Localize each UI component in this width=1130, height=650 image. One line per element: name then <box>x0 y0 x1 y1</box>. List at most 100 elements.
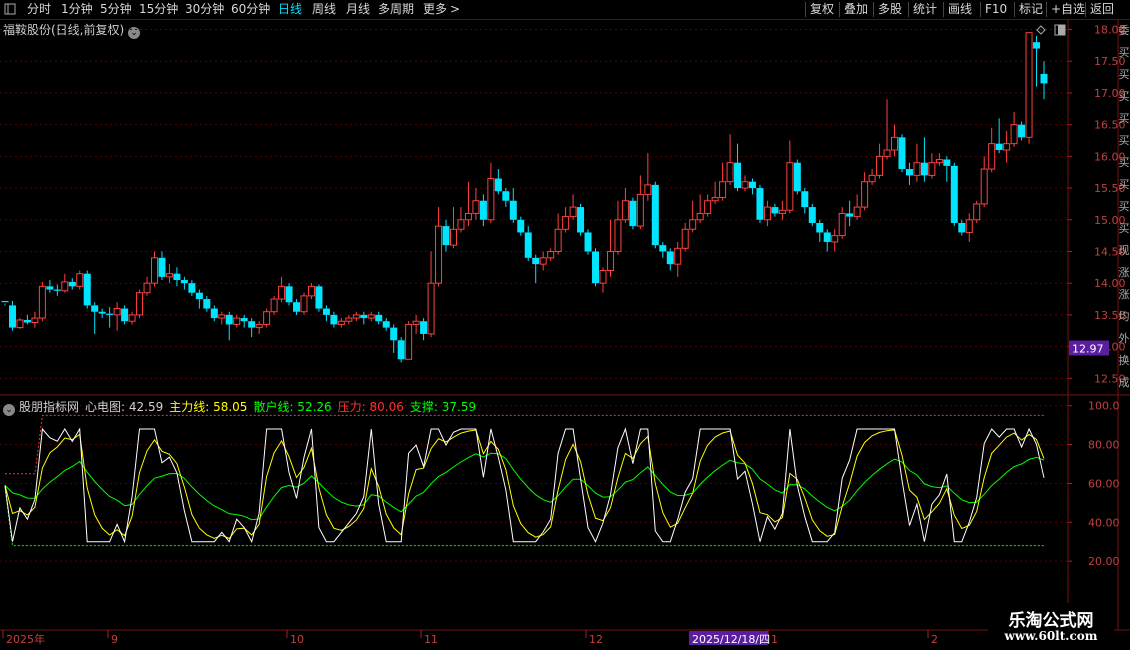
tool-button-5[interactable]: F10 <box>985 0 1007 19</box>
candle-body-up <box>128 314 136 322</box>
candle-body-up <box>689 219 697 230</box>
candle-body-down <box>322 308 330 315</box>
candle-body-down <box>517 219 525 233</box>
date-cursor-badge <box>689 631 768 645</box>
period-toolbar: 分时 1分钟 5分钟 15分钟 30分钟 60分钟 日线 周线 月线 多周期 更多 > 复权 叠加 多股 统计… <box>0 0 1130 20</box>
indicator-value-0: 心电图: 42.59 <box>85 400 164 414</box>
chevron-right-icon[interactable]: > <box>450 0 460 19</box>
candle-body-down <box>1018 124 1026 138</box>
candle-body-up <box>270 298 278 313</box>
date-label-5: 1 <box>771 633 778 646</box>
tool-button-1[interactable]: 叠加 <box>844 0 868 19</box>
retail-line <box>4 452 1045 521</box>
candle-body-down <box>748 181 756 189</box>
stock-title[interactable]: 福鞍股份(日线,前复权) ⌄ <box>3 21 141 39</box>
candle-body-up <box>31 317 39 324</box>
candle-body-up <box>427 282 435 335</box>
period-tab-5[interactable]: 60分钟 <box>231 0 270 19</box>
candle-body-down <box>240 318 248 322</box>
candle-body-up <box>278 285 286 300</box>
indicator-chevron-icon[interactable]: ⌄ <box>3 404 15 416</box>
candle-body-down <box>659 245 667 252</box>
candle-body-up <box>345 317 353 322</box>
side-label-14: 外 <box>1118 332 1130 345</box>
watermark: 乐淘公式网 www.60lt.com <box>988 603 1114 647</box>
side-label-16: 成 <box>1118 376 1130 389</box>
tool-button-4[interactable]: 画线 <box>948 0 972 19</box>
candle-body-down <box>577 207 585 233</box>
candle-body-up <box>300 295 308 313</box>
side-label-10: 现 <box>1118 244 1130 257</box>
tool-button-7[interactable]: +自选 <box>1051 0 1085 19</box>
candle-body-down <box>793 162 801 192</box>
indicator-header: ⌄ 股朋指标网 心电图: 42.59 主力线: 58.05 散户线: 52.26 压力: … <box>3 398 482 416</box>
candle-body-up <box>763 206 771 221</box>
indicator-value-2: 散户线: 52.26 <box>253 400 332 414</box>
candle-body-down <box>846 213 854 217</box>
candle-body-up <box>569 206 577 218</box>
date-label-0: 2025年 <box>6 632 45 646</box>
period-tab-7[interactable]: 周线 <box>312 0 336 19</box>
candle-body-down <box>173 273 181 281</box>
candle-body-up <box>853 206 861 218</box>
candle-body-up <box>644 184 652 195</box>
tool-button-3[interactable]: 统计 <box>913 0 937 19</box>
period-tab-2[interactable]: 5分钟 <box>100 0 132 19</box>
period-tab-0[interactable]: 分时 <box>27 0 51 19</box>
side-label-5: 买 <box>1118 134 1130 147</box>
candle-body-up <box>352 314 360 319</box>
candle-body-down <box>330 314 338 325</box>
candle-body-down <box>91 305 99 312</box>
chevron-down-icon[interactable]: ⌄ <box>128 27 141 39</box>
candle-body-down <box>203 299 211 309</box>
candle-body-up <box>719 181 727 199</box>
candle-body-down <box>479 200 487 220</box>
indicator-tick-label-4: 20.00 <box>1088 555 1120 568</box>
indicator-tick-label-1: 80.00 <box>1088 439 1120 452</box>
side-label-7: 买 <box>1118 178 1130 191</box>
candle-body-down <box>823 232 831 242</box>
side-label-4: 买 <box>1118 112 1130 125</box>
period-tab-10[interactable]: 更多 <box>423 0 447 19</box>
candle-body-up <box>165 273 173 278</box>
candle-body-up <box>435 225 443 284</box>
tool-button-2[interactable]: 多股 <box>878 0 902 19</box>
candle-body-up <box>988 143 996 170</box>
price-chart[interactable]: 18.0017.5017.0016.5016.0015.5015.0014.50… <box>0 0 1130 650</box>
side-label-1: 买 <box>1118 46 1130 59</box>
tool-button-0[interactable]: 复权 <box>810 0 834 19</box>
candle-body-up <box>307 285 315 297</box>
candle-body-up <box>696 212 704 221</box>
candle-body-down <box>158 257 166 277</box>
candle-body-up <box>464 212 472 221</box>
candle-body-up <box>935 159 943 164</box>
candle-body-up <box>614 219 622 252</box>
candle-body-down <box>816 222 824 233</box>
date-cursor-label: 2025/12/18/四 <box>692 633 770 646</box>
period-tab-4[interactable]: 30分钟 <box>185 0 224 19</box>
candle-body-down <box>315 286 323 309</box>
period-tab-8[interactable]: 月线 <box>346 0 370 19</box>
side-label-6: 买 <box>1118 156 1130 169</box>
window-menu-icon[interactable] <box>4 0 16 19</box>
candle-body-up <box>405 323 413 360</box>
candle-body-down <box>756 188 764 220</box>
candle-body-down <box>995 143 1003 151</box>
indicator-value-4: 支撑: 37.59 <box>409 400 477 414</box>
candle-body-down <box>898 137 906 170</box>
pressure-line <box>5 414 1044 475</box>
candle-body-up <box>868 174 876 183</box>
candle-body-down <box>210 308 218 319</box>
candle-body-up <box>136 292 144 316</box>
period-tab-9[interactable]: 多周期 <box>378 0 414 19</box>
candle-body-up <box>449 228 457 246</box>
tool-button-6[interactable]: 标记 <box>1019 0 1043 19</box>
candle-body-up <box>636 193 644 227</box>
period-tab-6[interactable]: 日线 <box>278 0 302 19</box>
period-tab-3[interactable]: 15分钟 <box>139 0 178 19</box>
candle-body-down <box>180 280 188 284</box>
period-tab-1[interactable]: 1分钟 <box>61 0 93 19</box>
tool-button-8[interactable]: 返回 <box>1090 0 1114 19</box>
candle-body-down <box>808 207 816 223</box>
candle-body-down <box>771 207 779 214</box>
